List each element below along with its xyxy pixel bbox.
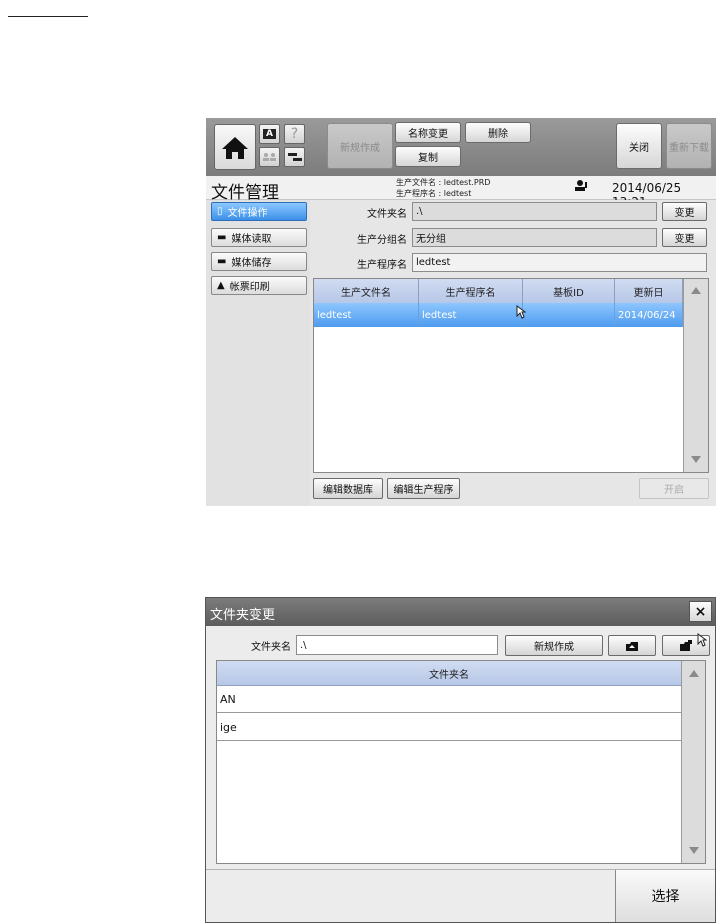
folder-table: 文件夹名 AN ige: [216, 660, 706, 864]
group-label: 生产分组名: [357, 235, 407, 246]
folder-change-button[interactable]: 变更: [662, 202, 707, 221]
folder-field[interactable]: .\: [412, 202, 657, 221]
sidebar-item-media-read[interactable]: ▬ 媒体读取: [211, 228, 307, 247]
prod-program-name: 生产程序名 : ledtest: [396, 189, 472, 198]
folder-change-dialog: 文件夹变更 × 文件夹名 .\ 新规作成 文件夹名 AN ige 选择: [205, 597, 716, 923]
network-icon[interactable]: [284, 147, 305, 167]
program-label: 生产程序名: [357, 260, 407, 271]
folder-label: 文件夹名: [367, 209, 407, 220]
dialog-title: 文件夹变更: [210, 608, 276, 623]
col-header-file[interactable]: 生产文件名: [314, 279, 419, 303]
close-icon: ×: [694, 603, 707, 620]
edit-database-button[interactable]: 编辑数据库: [313, 478, 383, 499]
copy-button[interactable]: 复制: [395, 146, 461, 167]
table-scrollbar[interactable]: [683, 279, 708, 472]
table-row[interactable]: ige: [217, 714, 681, 741]
file-table-header: 生产文件名 生产程序名 基板ID 更新日: [314, 279, 683, 303]
font-box-icon[interactable]: A: [259, 124, 280, 144]
top-toolbar: A ? 新规作成 名称变更 删除 复制 关闭 重新下载: [206, 118, 716, 176]
folder-up-icon: [626, 641, 638, 651]
col-header-updated[interactable]: 更新日: [615, 279, 683, 303]
network-glyph: [287, 153, 302, 161]
open-button[interactable]: 开启: [639, 478, 709, 499]
cell-updated: 2014/06/24: [615, 303, 683, 327]
top-rule: [8, 16, 88, 17]
dialog-folder-field[interactable]: .\: [296, 635, 498, 655]
scroll-down-icon[interactable]: [689, 847, 699, 854]
col-header-board-id[interactable]: 基板ID: [523, 279, 615, 303]
file-management-screen: A ? 新规作成 名称变更 删除 复制 关闭 重新下载 文件管理 生产文件名:…: [206, 118, 716, 506]
printer-icon: ▲: [217, 280, 225, 291]
sidebar-item-file-ops[interactable]: ▯ 文件操作: [211, 202, 307, 221]
cell-board-id: [523, 303, 615, 327]
close-button[interactable]: 关闭: [616, 123, 662, 169]
scroll-up-icon[interactable]: [689, 670, 699, 677]
rename-button[interactable]: 名称变更: [395, 122, 461, 143]
folder-new-icon: [680, 639, 692, 651]
file-table: 生产文件名 生产程序名 基板ID 更新日 ledtest ledtest 201…: [313, 278, 709, 473]
sidebar: ▯ 文件操作 ▬ 媒体读取 ▬ 媒体储存 ▲ 帐票印刷: [206, 200, 310, 506]
cursor-icon: [697, 633, 707, 647]
scroll-down-icon[interactable]: [691, 456, 701, 463]
file-info: 生产文件名 : ledtest.PRD 生产程序名 : ledtest: [396, 177, 490, 199]
dialog-titlebar: [206, 598, 715, 626]
folder-scrollbar[interactable]: [681, 661, 705, 863]
scroll-up-icon[interactable]: [691, 287, 701, 294]
new-button[interactable]: 新规作成: [327, 123, 393, 169]
folder-table-header[interactable]: 文件夹名: [217, 661, 681, 686]
dialog-folder-label: 文件夹名: [251, 642, 291, 653]
sidebar-item-print[interactable]: ▲ 帐票印刷: [211, 276, 307, 295]
media-save-icon: ▬: [217, 256, 227, 267]
redownload-button[interactable]: 重新下载: [666, 123, 712, 169]
cursor-icon: [516, 305, 526, 319]
cell-program: ledtest: [419, 303, 523, 327]
folder-up-button[interactable]: [608, 635, 656, 656]
program-field[interactable]: ledtest: [412, 253, 707, 272]
users-glyph: [262, 153, 276, 161]
table-row[interactable]: ledtest ledtest 2014/06/24: [314, 303, 683, 327]
sidebar-item-media-save[interactable]: ▬ 媒体储存: [211, 252, 307, 271]
users-icon[interactable]: [259, 147, 280, 167]
table-row[interactable]: AN: [217, 686, 681, 713]
dialog-new-button[interactable]: 新规作成: [505, 635, 603, 656]
prod-file-name: 生产文件名 : ledtest.PRD: [396, 178, 491, 187]
edit-program-button[interactable]: 编辑生产程序: [387, 478, 460, 499]
cell-file: ledtest: [314, 303, 419, 327]
select-button[interactable]: 选择: [615, 870, 715, 922]
home-icon: [222, 137, 248, 159]
group-change-button[interactable]: 变更: [662, 228, 707, 247]
home-button[interactable]: [214, 124, 256, 170]
dialog-close-button[interactable]: ×: [689, 601, 712, 622]
media-read-icon: ▬: [217, 232, 227, 243]
col-header-program[interactable]: 生产程序名: [419, 279, 523, 303]
file-icon: ▯: [217, 206, 223, 217]
delete-button[interactable]: 删除: [465, 122, 531, 143]
group-field[interactable]: 无分组: [412, 228, 657, 247]
help-icon[interactable]: ?: [284, 124, 305, 144]
user-icon: [574, 180, 588, 195]
